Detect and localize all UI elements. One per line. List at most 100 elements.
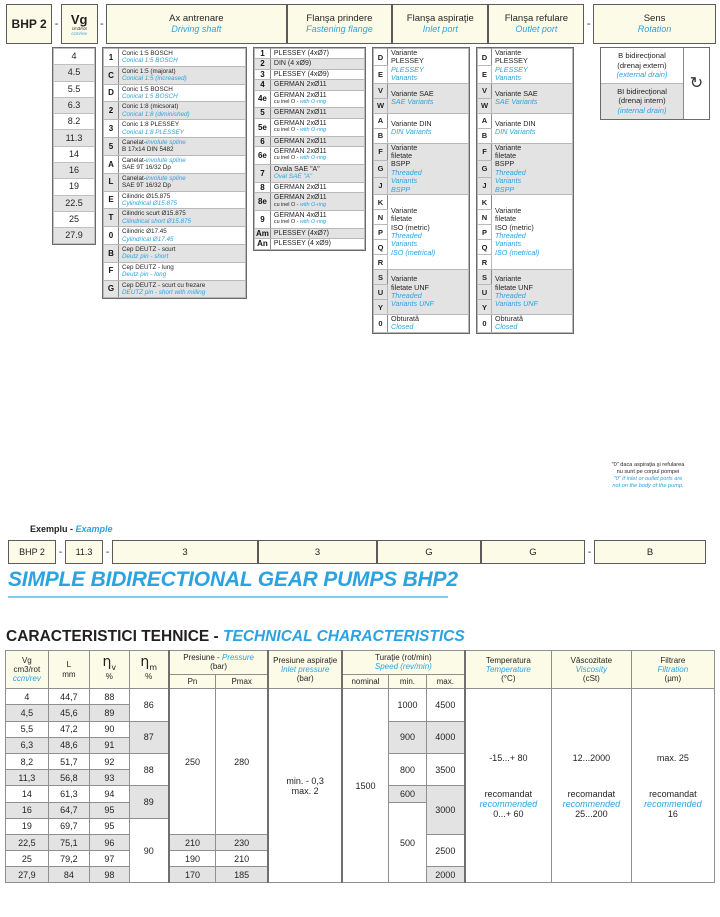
fastening-flange-option-row[interactable]: Am PLESSEY (4xØ7) [254, 227, 366, 240]
col-nv-unit: % [105, 672, 113, 681]
example-dash-1: - [58, 546, 63, 558]
header-outlet-port-ro: Flanşa refulare [504, 13, 569, 24]
col-header-pn: Pn [167, 673, 217, 690]
fastening-flange-option-row[interactable]: 6 GERMAN 2xØ11 [254, 135, 366, 148]
col-pressure-unit: (bar) [210, 662, 228, 672]
fastening-flange-option-row[interactable]: 4 GERMAN 2xØ11 [254, 79, 366, 91]
option-code: 4 [254, 79, 271, 91]
cell-length: 64,7 [47, 801, 91, 819]
option-code: 1 [103, 48, 119, 67]
fastening-flange-option-row[interactable]: 6e GERMAN 2xØ11 cu inel O - with O-ring [254, 146, 366, 165]
cell-speed-nominal: 1500 [341, 688, 389, 884]
option-description: Cilindric Ø15.875 Cylindrical Ø15.875 [118, 190, 246, 210]
cell-length: 51,7 [47, 752, 91, 771]
fastening-flange-option-row[interactable]: 8e GERMAN 2xØ11 cu inel O - with O-ring [254, 192, 366, 211]
outlet-port-option-row[interactable]: F Variante filetate BSPP Threaded Variants BSP… [477, 142, 573, 196]
fastening-flange-option-row[interactable]: An PLESSEY (4 xØ9) [254, 238, 366, 250]
driving-shaft-option-row[interactable]: 3 Conic 1:8 PLESSEY Conical 1:8 PLESSEY [103, 119, 246, 139]
inlet-port-option-row[interactable]: F Variante filetate BSPP Threaded Variants BSP… [373, 142, 469, 196]
driving-shaft-option-row[interactable]: L Canelat-involute spline SAE 9T 16/32 Dp [103, 172, 246, 192]
option-description: Cep DEUTZ - scurt Deutz pin - short [118, 243, 246, 263]
driving-shaft-option-row[interactable]: G Cep DEUTZ - scurt cu frezare DEUTZ pin -… [103, 279, 246, 299]
rotation-option[interactable]: B bidirecţional (drenaj extern) (external … [601, 48, 683, 84]
driving-shaft-option-row[interactable]: 0 Cilindric Ø17.45 Cylindrical Ø17.45 [103, 226, 246, 245]
example-label: Exemplu - Example [30, 524, 113, 534]
cell-vg: 27,9 [5, 866, 49, 884]
header-inlet-port-box: Flanşa aspiraţie Inlet port [392, 4, 489, 44]
driving-shaft-option-row[interactable]: F Cep DEUTZ - lung Deutz pin - long [103, 261, 246, 281]
vg-value-cell: 6.3 [53, 96, 95, 115]
driving-shaft-option-row[interactable]: C Conic 1:5 (majorat) Conical 1:5 (increas… [103, 65, 246, 85]
inlet-port-option-row[interactable]: K Variante filetate ISO (metric) Threaded Var… [373, 194, 469, 271]
option-code: Y [477, 299, 492, 316]
col-temp-en: Temperature [485, 664, 531, 674]
option-code: N [373, 209, 388, 226]
header-vg-symbol: Vg [70, 11, 88, 27]
driving-shaft-option-row[interactable]: 1 Conic 1:5 BOSCH Conical 1:5 BOSCH [103, 48, 246, 67]
option-description: GERMAN 4xØ11 cu inel O - with O-ring [269, 209, 366, 229]
rotation-option[interactable]: BI bidirecţional (drenaj intern) (internal… [601, 83, 683, 119]
outlet-port-option-row[interactable]: V Variante SAE SAE Variants [477, 82, 573, 114]
option-description: Cep DEUTZ - lung Deutz pin - long [118, 261, 246, 281]
example-value-shaft: 3 [112, 540, 258, 564]
option-code: 2 [103, 101, 119, 121]
col-header-inlet-pressure: Presiune aspiraţie Inlet pressure (bar) [267, 649, 344, 690]
cell-speed-min: 1000 [387, 688, 428, 722]
title-underline [8, 596, 448, 598]
cell-eta-v: 95 [89, 801, 130, 819]
fastening-flange-option-row[interactable]: 1 PLESSEY (4xØ7) [254, 47, 366, 60]
fastening-flange-option-row[interactable]: 9 GERMAN 4xØ11 cu inel O - with O-ring [254, 209, 366, 229]
cell-vg: 22,5 [5, 833, 49, 852]
option-code: 8 [254, 181, 271, 194]
outlet-port-option-row[interactable]: A Variante DIN DIN Variants [477, 112, 573, 144]
cell-eta-v: 95 [89, 817, 130, 835]
option-code: N [477, 209, 492, 226]
cell-pmax: 185 [215, 866, 270, 884]
col-vg-unit-en: ccm/rev [12, 674, 41, 684]
cell-length: 69,7 [47, 817, 91, 835]
driving-shaft-option-row[interactable]: T Cilindric scurt Ø15.875 Cilindrical shor… [103, 208, 246, 228]
cell-speed-max: 2500 [425, 833, 466, 868]
cell-speed-min: 900 [387, 720, 428, 754]
section-title-en: TECHNICAL CHARACTERISTICS [223, 628, 465, 645]
outlet-port-option-row[interactable]: D Variante PLESSEY PLESSEY Variants [477, 47, 573, 84]
driving-shaft-option-row[interactable]: B Cep DEUTZ - scurt Deutz pin - short [103, 243, 246, 263]
cell-length: 56,8 [47, 769, 91, 787]
driving-shaft-option-row[interactable]: 2 Conic 1:8 (micsorat) Conical 1:8 (dimini… [103, 101, 246, 121]
fastening-flange-option-row[interactable]: 7 Ovala SAE "A" Oval SAE "A" [254, 163, 366, 183]
col-inlet-ro: Presiune aspiraţie [273, 655, 338, 665]
option-description: GERMAN 2xØ11 cu inel O - with O-ring [269, 117, 366, 137]
inlet-port-option-row[interactable]: V Variante SAE SAE Variants [373, 82, 469, 114]
fastening-flange-option-row[interactable]: 2 DIN (4 xØ9) [254, 58, 366, 70]
cell-speed-max: 3000 [425, 785, 466, 835]
cell-eta-m: 87 [128, 720, 170, 754]
option-description: GERMAN 2xØ11 cu inel O - with O-ring [269, 192, 366, 211]
outlet-port-option-row[interactable]: 0 Obturată Closed [477, 314, 573, 333]
header-driving-shaft-box: Ax antrenare Driving shaft [106, 4, 287, 44]
cell-viscosity: 12...2000 recomandat recommended 25...200 [551, 688, 632, 884]
inlet-port-option-row[interactable]: 0 Obturată Closed [373, 314, 469, 333]
col-l-sym: L [66, 660, 72, 670]
driving-shaft-option-row[interactable]: A Canelat-involute spline SAE 9T 16/32 Dp [103, 154, 246, 174]
fastening-flange-option-row[interactable]: 5 GERMAN 2xØ11 [254, 107, 366, 119]
option-code: 1 [254, 47, 271, 60]
example-value-inlet: G [377, 540, 481, 564]
fastening-flange-option-row[interactable]: 4e GERMAN 2xØ11 cu inel O - with O-ring [254, 89, 366, 109]
cell-eta-v: 93 [89, 769, 130, 787]
vg-value-cell: 8.2 [53, 113, 95, 131]
cell-speed-min: 800 [387, 752, 428, 787]
inlet-port-option-row[interactable]: D Variante PLESSEY PLESSEY Variants [373, 47, 469, 84]
example-value-vg: 11.3 [65, 540, 103, 564]
inlet-port-option-row[interactable]: S Variante filetate UNF Threaded Variants UN… [373, 269, 469, 316]
outlet-port-option-row[interactable]: K Variante filetate ISO (metric) Threaded Var… [477, 194, 573, 271]
driving-shaft-option-row[interactable]: E Cilindric Ø15.875 Cylindrical Ø15.875 [103, 190, 246, 210]
outlet-port-option-row[interactable]: S Variante filetate UNF Threaded Variants UN… [477, 269, 573, 316]
driving-shaft-option-row[interactable]: 5 Canelat-involute spline B 17x14 DIN 5482 [103, 137, 246, 156]
driving-shaft-option-row[interactable]: D Conic 1:5 BOSCH Conical 1:5 BOSCH [103, 83, 246, 103]
fastening-flange-option-row[interactable]: 5e GERMAN 2xØ11 cu inel O - with O-ring [254, 117, 366, 137]
inlet-port-option-row[interactable]: A Variante DIN DIN Variants [373, 112, 469, 144]
option-code: Q [477, 239, 492, 256]
fastening-flange-option-row[interactable]: 8 GERMAN 2xØ11 [254, 181, 366, 194]
vg-value-cell: 22.5 [53, 194, 95, 212]
fastening-flange-option-row[interactable]: 3 PLESSEY (4xØ9) [254, 68, 366, 81]
